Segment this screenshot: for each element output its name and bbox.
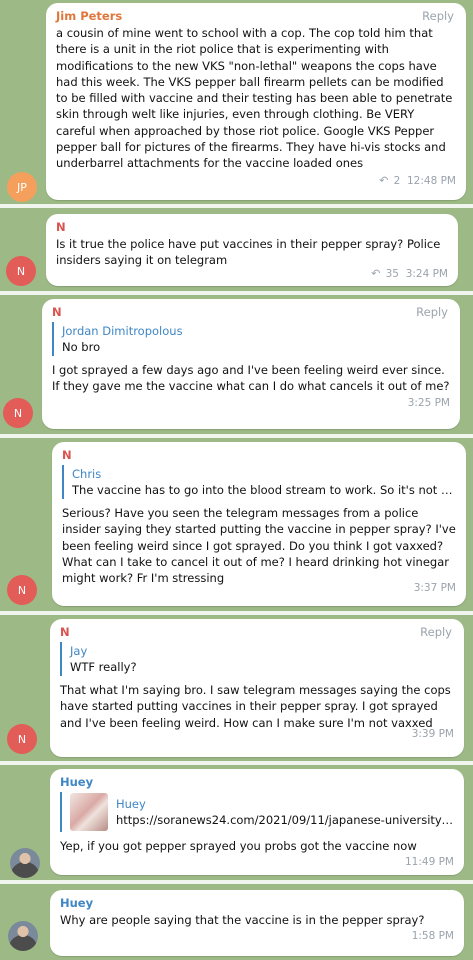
message-bubble[interactable]: N Reply Jay WTF really? That what I'm sa… — [50, 619, 464, 757]
message-text: I got sprayed a few days ago and I've be… — [52, 363, 450, 394]
sender-name[interactable]: N — [52, 305, 450, 319]
message-text: Is it true the police have put vaccines … — [56, 237, 441, 268]
message-bubble[interactable]: N Reply Jordan Dimitropolous No bro I go… — [42, 299, 460, 429]
avatar[interactable]: N — [6, 256, 36, 286]
reply-button[interactable]: Reply — [420, 625, 452, 639]
sender-name[interactable]: Jim Peters — [56, 9, 456, 23]
avatar[interactable]: N — [7, 724, 37, 754]
message-card: Huey Why are people saying that the vacc… — [0, 884, 473, 960]
message-meta: 3:25 PM — [52, 397, 450, 409]
message-card: N Reply Jay WTF really? That what I'm sa… — [0, 615, 473, 761]
quote-author: Jay — [70, 644, 88, 658]
message-card: N Is it true the police have put vaccine… — [0, 208, 473, 291]
sender-name[interactable]: N — [60, 625, 454, 639]
message-time: 1:58 PM — [411, 930, 454, 943]
quote-text: The vaccine has to go into the blood str… — [72, 483, 456, 497]
message-text: a cousin of mine went to school with a c… — [56, 26, 453, 171]
forward-count: 2 — [393, 174, 401, 187]
message-time: 11:49 PM — [405, 856, 454, 869]
sender-name[interactable]: Huey — [60, 775, 454, 789]
message-card: Huey Huey https://soranews24.com/2021/09… — [0, 765, 473, 880]
quoted-message[interactable]: Jordan Dimitropolous No bro — [52, 322, 450, 356]
reply-button[interactable]: Reply — [416, 305, 448, 319]
share-arrow-icon: ↶ — [379, 173, 389, 187]
quote-author: Chris — [72, 467, 102, 481]
quote-author: Huey — [116, 797, 146, 811]
message-text: Why are people saying that the vaccine i… — [60, 913, 425, 927]
message-bubble[interactable]: Huey Huey https://soranews24.com/2021/09… — [50, 769, 464, 875]
message-meta: 1:58 PM — [60, 930, 454, 942]
quote-author: Jordan Dimitropolous — [62, 324, 183, 338]
message-bubble[interactable]: N Chris The vaccine has to go into the b… — [52, 442, 466, 606]
quoted-message[interactable]: Huey https://soranews24.com/2021/09/11/j… — [60, 792, 454, 832]
quote-text: WTF really? — [70, 660, 137, 674]
message-time: 3:39 PM — [411, 727, 454, 740]
message-meta: 11:49 PM — [60, 856, 454, 868]
message-time: 3:25 PM — [407, 396, 450, 409]
message-bubble[interactable]: Jim Peters Reply a cousin of mine went t… — [46, 3, 466, 200]
message-bubble[interactable]: Huey Why are people saying that the vacc… — [50, 890, 464, 956]
link-thumbnail — [70, 793, 108, 831]
message-card: N Chris The vaccine has to go into the b… — [0, 438, 473, 611]
message-card: Jim Peters Reply a cousin of mine went t… — [0, 0, 473, 204]
message-time: 3:24 PM — [405, 267, 448, 280]
share-arrow-icon: ↶ — [371, 266, 381, 280]
avatar[interactable]: JP — [7, 172, 37, 202]
quote-text: No bro — [62, 340, 101, 354]
message-time: 12:48 PM — [407, 174, 456, 187]
sender-name[interactable]: Huey — [60, 896, 454, 910]
avatar[interactable] — [10, 848, 40, 878]
reply-button[interactable]: Reply — [422, 9, 454, 23]
message-time: 3:37 PM — [413, 582, 456, 595]
message-text: Yep, if you got pepper sprayed you probs… — [60, 839, 417, 853]
sender-name[interactable]: N — [62, 448, 456, 462]
sender-name[interactable]: N — [56, 220, 448, 234]
avatar[interactable] — [8, 921, 38, 951]
avatar[interactable]: N — [7, 575, 37, 605]
quoted-message[interactable]: Chris The vaccine has to go into the blo… — [62, 465, 456, 499]
message-meta: ↶ 2 12:48 PM — [56, 174, 456, 187]
quote-link[interactable]: https://soranews24.com/2021/09/11/japane… — [116, 812, 454, 828]
avatar[interactable]: N — [3, 398, 33, 428]
message-card: N Reply Jordan Dimitropolous No bro I go… — [0, 295, 473, 434]
message-text: Serious? Have you seen the telegram mess… — [62, 506, 456, 586]
forward-count: 35 — [385, 267, 399, 280]
quoted-message[interactable]: Jay WTF really? — [60, 642, 454, 676]
message-bubble[interactable]: N Is it true the police have put vaccine… — [46, 214, 458, 286]
message-text: That what I'm saying bro. I saw telegram… — [60, 683, 451, 730]
